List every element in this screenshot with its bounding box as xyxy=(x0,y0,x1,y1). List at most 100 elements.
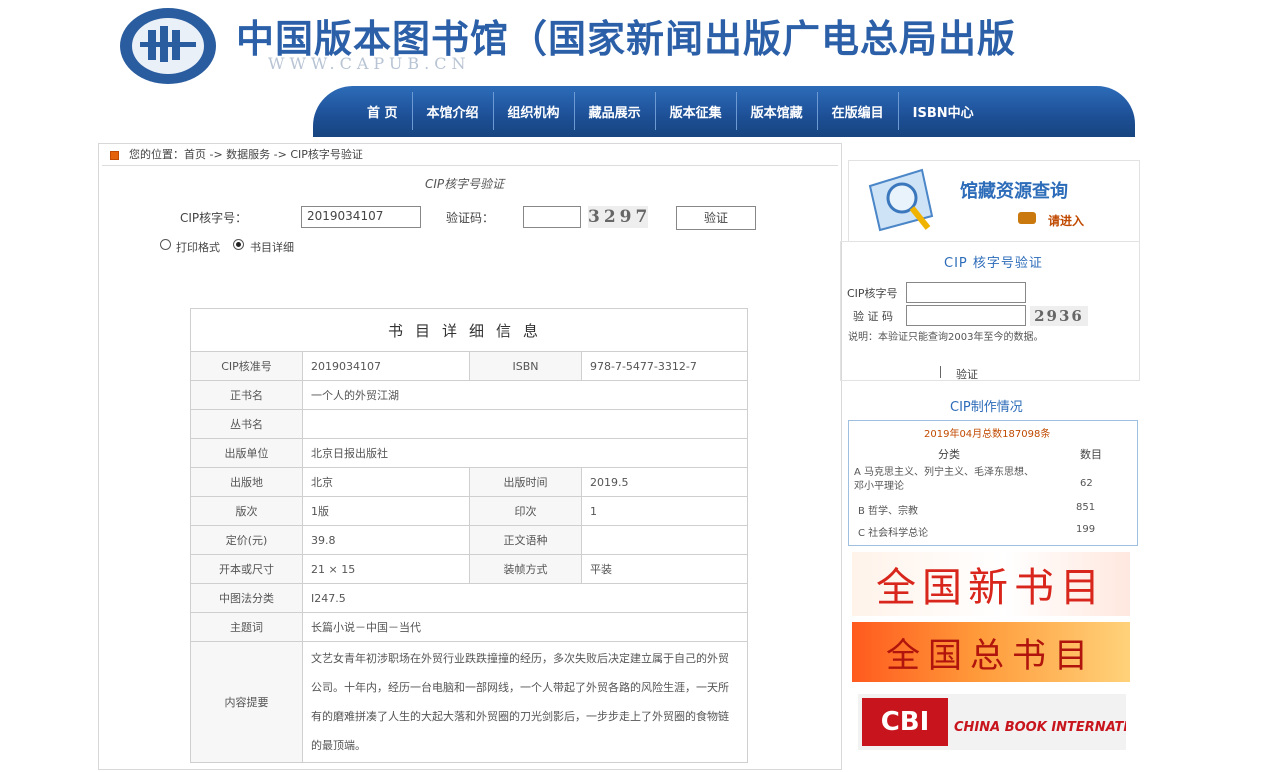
radio-detail[interactable] xyxy=(233,239,244,250)
field-value: I247.5 xyxy=(302,583,748,613)
table-row: 内容提要 文艺女青年初涉职场在外贸行业跌跌撞撞的经历，多次失败后决定建立属于自己… xyxy=(190,641,748,763)
side-captcha-image: 2936 xyxy=(1030,306,1088,326)
main-nav: 首 页 本馆介绍 组织机构 藏品展示 版本征集 版本馆藏 在版编目 ISBN中心 xyxy=(313,86,1135,137)
cip-number-input[interactable]: 2019034107 xyxy=(301,206,421,228)
cbi-logo: CBI xyxy=(862,698,948,746)
enter-link[interactable]: 请进入 xyxy=(1048,212,1084,229)
cip-number-label: CIP核字号： xyxy=(180,211,248,225)
field-label: 版次 xyxy=(190,496,303,526)
side-cip-label: CIP核字号 xyxy=(847,287,898,300)
field-value: 1 xyxy=(581,496,748,526)
breadcrumb: 您的位置：首页 -> 数据服务 -> CIP核字号验证 xyxy=(110,146,363,162)
stats-row-count: 62 xyxy=(1080,478,1093,489)
stats-row-count: 851 xyxy=(1076,502,1096,513)
nav-organization[interactable]: 组织机构 xyxy=(494,92,575,130)
summary-text: 文艺女青年初涉职场在外贸行业跌跌撞撞的经历，多次失败后决定建立属于自己的外贸公司… xyxy=(302,641,748,763)
field-label: 装帧方式 xyxy=(469,554,582,584)
field-label: ISBN xyxy=(469,351,582,381)
field-label: 正文语种 xyxy=(469,525,582,555)
field-value: 1版 xyxy=(302,496,470,526)
cip-stats-title: CIP制作情况 xyxy=(950,400,1023,415)
pointing-hand-icon xyxy=(1018,212,1036,224)
form-title: CIP核字号验证 xyxy=(425,177,505,191)
nav-isbn-center[interactable]: ISBN中心 xyxy=(899,92,988,130)
table-row: 出版地 北京 出版时间 2019.5 xyxy=(190,467,748,497)
divider xyxy=(102,165,838,166)
table-row: 定价(元) 39.8 正文语种 xyxy=(190,525,748,555)
field-value: 21 × 15 xyxy=(302,554,470,584)
field-label: 印次 xyxy=(469,496,582,526)
field-label: 出版地 xyxy=(190,467,303,497)
nav-edition-collecting[interactable]: 版本征集 xyxy=(656,92,737,130)
stats-col-category: 分类 xyxy=(938,448,960,461)
field-label: 出版时间 xyxy=(469,467,582,497)
breadcrumb-text: 您的位置：首页 -> 数据服务 -> CIP核字号验证 xyxy=(129,148,363,161)
side-verify-button[interactable]: 验证 xyxy=(956,366,978,382)
table-row: 丛书名 xyxy=(190,409,748,439)
field-label: 内容提要 xyxy=(190,641,303,763)
field-value xyxy=(581,525,748,555)
nav-cip[interactable]: 在版编目 xyxy=(818,92,899,130)
field-value: 平装 xyxy=(581,554,748,584)
table-row: 中图法分类 I247.5 xyxy=(190,583,748,613)
verify-code-input[interactable] xyxy=(523,206,581,228)
radio-print-label: 打印格式 xyxy=(176,241,220,254)
detail-heading: 书目详细信息 xyxy=(190,308,748,352)
field-value xyxy=(302,409,748,439)
nav-edition-holdings[interactable]: 版本馆藏 xyxy=(737,92,818,130)
field-value: 一个人的外贸江湖 xyxy=(302,380,748,410)
field-label: 正书名 xyxy=(190,380,303,410)
side-code-input[interactable] xyxy=(906,305,1026,326)
national-new-books-banner[interactable]: 全国新书目 xyxy=(852,552,1130,616)
banner-text: 全国总书目 xyxy=(886,635,1096,676)
stats-row-name[interactable]: B 哲学、宗教 xyxy=(858,502,918,517)
table-row: CIP核准号 2019034107 ISBN 978-7-5477-3312-7 xyxy=(190,351,748,381)
china-book-international-banner[interactable]: CBI CHINA BOOK INTERNATIONAL xyxy=(858,694,1126,750)
resource-search-title: 馆藏资源查询 xyxy=(960,181,1068,202)
field-label: 定价(元) xyxy=(190,525,303,555)
verify-note: 说明：本验证只能查询2003年至今的数据。 xyxy=(848,332,1044,343)
field-value: 39.8 xyxy=(302,525,470,555)
stats-subtitle: 2019年04月总数187098条 xyxy=(924,429,1051,440)
banner-text: 全国新书目 xyxy=(876,565,1106,611)
side-cip-input[interactable] xyxy=(906,282,1026,303)
radio-print-format[interactable] xyxy=(160,239,171,250)
field-label: CIP核准号 xyxy=(190,351,303,381)
table-row: 主题词 长篇小说－中国－当代 xyxy=(190,612,748,642)
table-row: 正书名 一个人的外贸江湖 xyxy=(190,380,748,410)
field-value: 北京日报出版社 xyxy=(302,438,748,468)
table-row: 开本或尺寸 21 × 15 装帧方式 平装 xyxy=(190,554,748,584)
captcha-image: 3297 xyxy=(588,206,652,228)
field-value: 北京 xyxy=(302,467,470,497)
divider xyxy=(940,366,941,378)
field-label: 开本或尺寸 xyxy=(190,554,303,584)
nav-about[interactable]: 本馆介绍 xyxy=(413,92,494,130)
field-label: 主题词 xyxy=(190,612,303,642)
nav-collection-display[interactable]: 藏品展示 xyxy=(575,92,656,130)
capub-logo xyxy=(118,4,218,84)
stats-col-count: 数目 xyxy=(1080,448,1102,461)
stats-row-count: 199 xyxy=(1076,524,1096,535)
nav-home[interactable]: 首 页 xyxy=(353,92,413,130)
field-value: 2019034107 xyxy=(302,351,470,381)
search-illustration-icon xyxy=(862,166,942,234)
side-code-label: 验 证 码 xyxy=(853,310,893,323)
table-row: 出版单位 北京日报出版社 xyxy=(190,438,748,468)
stats-row-name[interactable]: C 社会科学总论 xyxy=(858,524,928,539)
field-value: 978-7-5477-3312-7 xyxy=(581,351,748,381)
field-value: 长篇小说－中国－当代 xyxy=(302,612,748,642)
bullet-icon xyxy=(110,150,119,160)
cbi-subtitle: CHINA BOOK INTERNATIONAL xyxy=(954,720,1126,735)
stats-row-name[interactable]: A 马克思主义、列宁主义、毛泽东思想、邓小平理论 xyxy=(854,466,1044,494)
field-value: 2019.5 xyxy=(581,467,748,497)
verify-button[interactable]: 验证 xyxy=(676,206,756,230)
verify-code-label: 验证码： xyxy=(446,211,495,225)
field-label: 出版单位 xyxy=(190,438,303,468)
field-label: 丛书名 xyxy=(190,409,303,439)
book-detail-table: 书目详细信息 CIP核准号 2019034107 ISBN 978-7-5477… xyxy=(190,308,748,763)
national-general-books-banner[interactable]: 全国总书目 xyxy=(852,622,1130,682)
radio-detail-label: 书目详细 xyxy=(250,241,294,254)
site-url: WWW.CAPUB.CN xyxy=(268,54,471,73)
field-label: 中图法分类 xyxy=(190,583,303,613)
cip-verify-title: CIP 核字号验证 xyxy=(944,256,1043,271)
